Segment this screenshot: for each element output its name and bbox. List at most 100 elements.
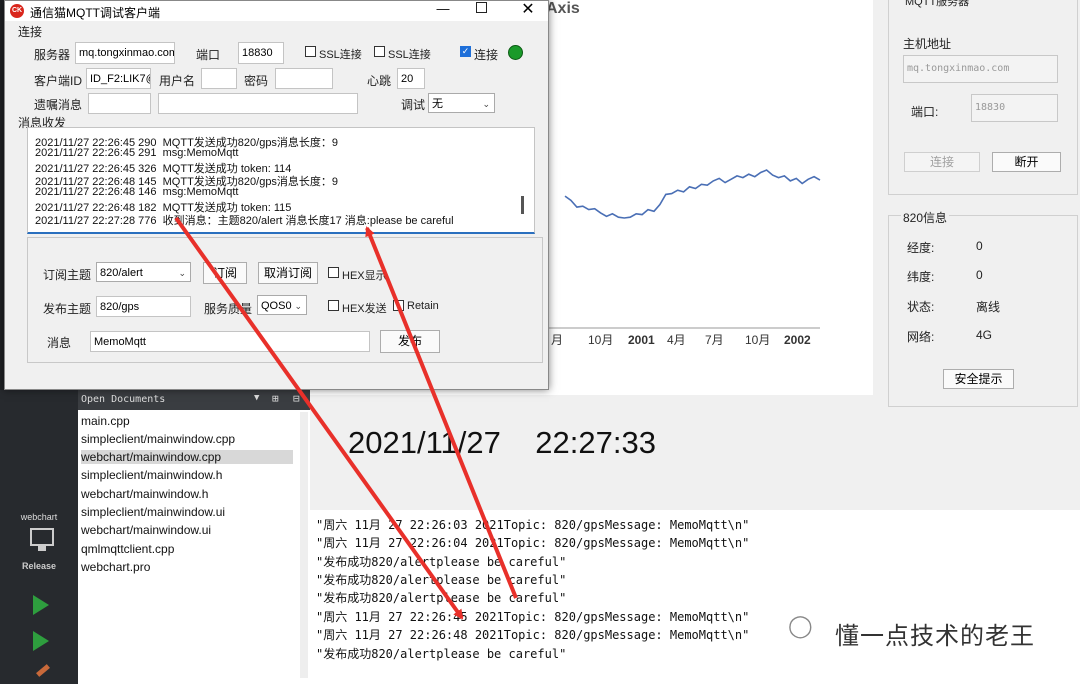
build-mode: Release (21, 561, 57, 571)
x-tick-label: 月 (551, 333, 563, 347)
close-panel-icon[interactable]: ⊟ (293, 392, 300, 405)
longitude-label: 经度: (907, 241, 935, 255)
connect-label: 连接 (474, 48, 499, 62)
x-tick-label: 10月 (588, 333, 613, 347)
server-label: 服务器 (34, 48, 71, 62)
server-input[interactable]: mq.tongxinmao.com (75, 42, 175, 64)
ssl-checkbox-1[interactable] (305, 46, 316, 57)
connect-button[interactable]: 连接 (904, 152, 980, 172)
datetime-display: 2021/11/27 22:27:33 (348, 425, 656, 460)
ssl-checkbox-2[interactable] (374, 46, 385, 57)
client-id-input[interactable]: ID_F2:LIK7@ (86, 68, 151, 89)
publish-button[interactable]: 发布 (380, 330, 440, 353)
port-input[interactable]: 18830 (238, 42, 284, 64)
close-icon[interactable]: ✕ (518, 0, 538, 19)
publish-topic-input[interactable]: 820/gps (96, 296, 191, 317)
watermark-wechat-icon: ◯ (788, 614, 813, 639)
subscribe-button[interactable]: 订阅 (203, 262, 247, 284)
mqtt-group-title: MQTT服务器 (903, 0, 972, 9)
chevron-down-icon: ⌄ (178, 268, 186, 278)
output-line: "发布成功820/alertplease be careful" (316, 573, 567, 587)
mqtt-client-dialog: CK 通信猫MQTT调试客户端 — ✕ 连接 服务器 mq.tongxinmao… (4, 0, 549, 390)
chevron-down-icon: ⌄ (482, 99, 490, 109)
message-item: 2021/11/27 22:26:48 146 msg:MemoMqtt (35, 186, 239, 198)
message-list[interactable]: 2021/11/27 22:26:45 290 MQTT发送成功820/gps消… (27, 127, 535, 234)
hex-send-checkbox[interactable] (328, 300, 339, 311)
document-item[interactable]: webchart/mainwindow.h (81, 487, 208, 501)
latitude-label: 纬度: (907, 270, 935, 284)
output-line: "周六 11月 27 22:26:03 2021Topic: 820/gpsMe… (316, 518, 750, 532)
will-topic-input[interactable] (88, 93, 151, 114)
connected-status-indicator (508, 45, 523, 60)
qos-select[interactable]: QOS0 ⌄ (257, 295, 307, 315)
debug-select[interactable]: 无 ⌄ (428, 93, 495, 113)
heartbeat-input[interactable]: 20 (397, 68, 425, 89)
device-info-group: 820信息 经度: 0 纬度: 0 状态: 离线 网络: 4G 安全提示 (888, 209, 1078, 407)
safety-alert-button[interactable]: 安全提示 (943, 369, 1014, 389)
window-title: 通信猫MQTT调试客户端 (30, 6, 160, 20)
debug-run-icon[interactable] (33, 631, 49, 651)
document-item[interactable]: webchart/mainwindow.ui (81, 523, 211, 537)
kit-name: webchart (20, 512, 58, 522)
hex-display-checkbox[interactable] (328, 267, 339, 278)
publish-subscribe-panel: 订阅主题 820/alert ⌄ 订阅 取消订阅 HEX显示 发布主题 820/… (27, 237, 543, 363)
document-item[interactable]: simpleclient/mainwindow.ui (81, 505, 225, 519)
right-panel: MQTT服务器 主机地址 mq.tongxinmao.com 端口: 18830… (873, 0, 1080, 510)
qos-value: QOS0 (261, 300, 292, 312)
password-input[interactable] (275, 68, 333, 89)
will-message-input[interactable] (158, 93, 358, 114)
documents-scrollbar[interactable] (300, 412, 308, 678)
status-label: 状态: (907, 300, 935, 314)
split-icon[interactable]: ⊞ (272, 392, 279, 405)
connect-checkbox[interactable]: ✓ (460, 46, 471, 57)
network-value: 4G (976, 328, 993, 342)
message-scrollbar-thumb[interactable] (521, 196, 524, 214)
heartbeat-label: 心跳 (367, 74, 392, 88)
dropdown-icon[interactable]: ▼ (254, 393, 259, 403)
open-documents-title: Open Documents (81, 394, 166, 405)
subscribe-topic-label: 订阅主题 (43, 268, 92, 282)
app-icon: CK (10, 4, 24, 18)
port-input[interactable]: 18830 (971, 94, 1058, 122)
publish-topic-label: 发布主题 (43, 302, 92, 316)
retain-checkbox[interactable] (393, 300, 404, 311)
document-item-selected[interactable]: webchart/mainwindow.cpp (81, 450, 293, 464)
output-line: "周六 11月 27 22:26:45 2021Topic: 820/gpsMe… (316, 610, 750, 624)
build-hammer-icon[interactable] (36, 664, 50, 677)
output-line: "周六 11月 27 22:26:04 2021Topic: 820/gpsMe… (316, 536, 750, 550)
output-line: "周六 11月 27 22:26:48 2021Topic: 820/gpsMe… (316, 628, 750, 642)
disconnect-button[interactable]: 断开 (992, 152, 1061, 172)
monitor-stand (38, 546, 46, 551)
message-input[interactable]: MemoMqtt (90, 331, 370, 352)
unsubscribe-button[interactable]: 取消订阅 (258, 262, 318, 284)
minimize-icon[interactable]: — (433, 1, 453, 21)
host-input[interactable]: mq.tongxinmao.com (903, 55, 1058, 83)
message-label: 消息 (47, 336, 72, 350)
document-item[interactable]: webchart.pro (81, 560, 150, 574)
subscribe-topic-select[interactable]: 820/alert ⌄ (96, 262, 191, 282)
application-output: "周六 11月 27 22:26:03 2021Topic: 820/gpsMe… (310, 510, 1080, 684)
x-ticks: 月 10月 2001 4月 7月 10月 2002 (551, 333, 811, 347)
will-message-label: 遗嘱消息 (34, 98, 83, 112)
latitude-value: 0 (976, 268, 983, 282)
document-item[interactable]: qmlmqttclient.cpp (81, 542, 174, 556)
output-line: "发布成功820/alertplease be careful" (316, 555, 567, 569)
open-documents-header: Open Documents ▼ ⊞ ⊟ (78, 390, 310, 410)
open-documents-panel: Open Documents ▼ ⊞ ⊟ main.cpp simpleclie… (78, 390, 310, 684)
x-tick-label: 7月 (705, 333, 724, 347)
message-item: 2021/11/27 22:27:28 776 收到消息：主题820/alert… (35, 215, 454, 227)
monitor-icon[interactable] (30, 528, 54, 546)
document-item[interactable]: simpleclient/mainwindow.cpp (81, 432, 235, 446)
username-input[interactable] (201, 68, 237, 89)
qos-label: 服务质量 (204, 302, 253, 316)
debug-select-value: 无 (432, 98, 443, 110)
output-line: "发布成功820/alertplease be careful" (316, 591, 567, 605)
info-group-title: 820信息 (901, 209, 950, 226)
document-item[interactable]: main.cpp (81, 414, 130, 428)
maximize-icon[interactable] (476, 2, 487, 13)
run-icon[interactable] (33, 595, 49, 615)
port-label: 端口 (196, 48, 221, 62)
ide-mode-bar: webchart Release (0, 390, 78, 684)
document-item[interactable]: simpleclient/mainwindow.h (81, 468, 222, 482)
longitude-value: 0 (976, 239, 983, 253)
